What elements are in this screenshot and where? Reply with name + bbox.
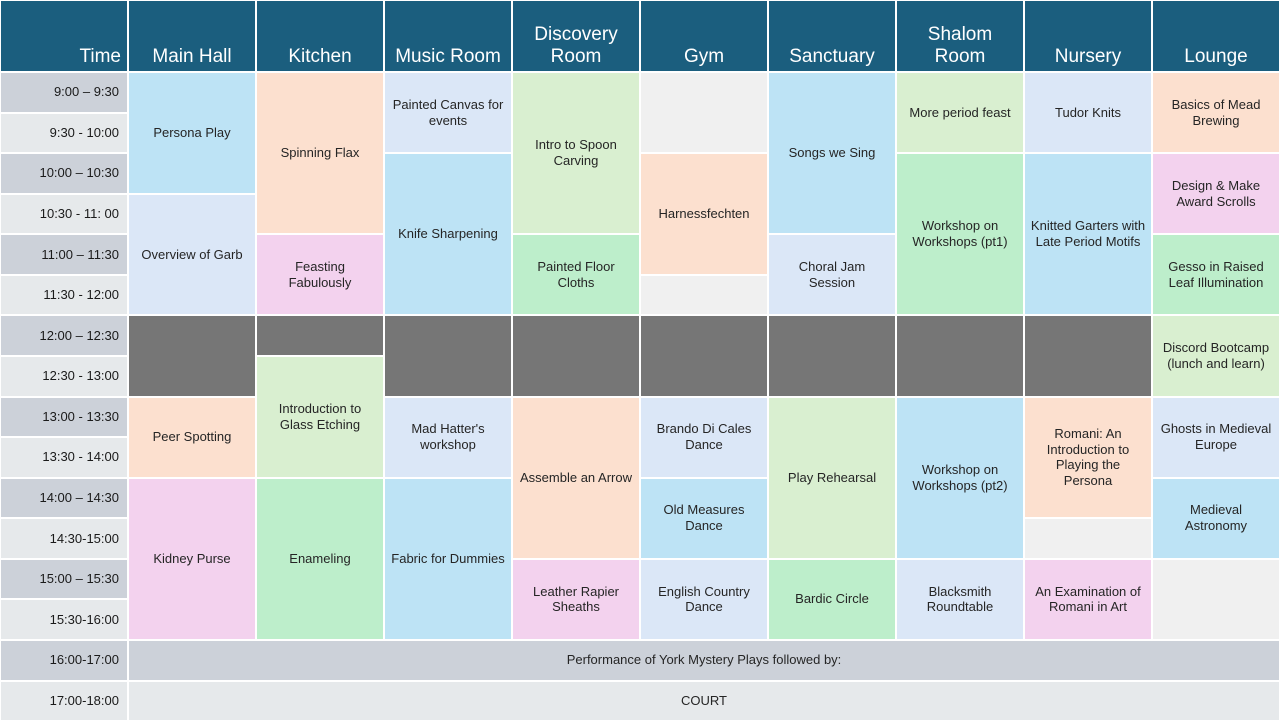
time-slot-label: 14:00 – 14:30 — [0, 477, 128, 519]
session-block[interactable]: Spinning Flax — [256, 72, 384, 235]
session-block[interactable]: Bardic Circle — [768, 558, 896, 640]
session-block[interactable]: Play Rehearsal — [768, 396, 896, 559]
session-block[interactable]: Painted Floor Cloths — [512, 234, 640, 316]
session-block[interactable]: Intro to Spoon Carving — [512, 72, 640, 235]
session-block[interactable]: Assemble an Arrow — [512, 396, 640, 559]
time-slot-label: 10:00 – 10:30 — [0, 153, 128, 194]
session-block[interactable]: Romani: An Introduction to Playing the P… — [1024, 396, 1152, 519]
session-block[interactable]: Basics of Mead Brewing — [1152, 72, 1280, 154]
blocked-slot — [768, 315, 896, 397]
session-block[interactable]: Workshop on Workshops (pt2) — [896, 396, 1024, 559]
time-slot-label: 17:00-18:00 — [0, 680, 128, 720]
column-header-discovery: Discovery Room — [512, 0, 640, 72]
session-block[interactable]: Ghosts in Medieval Europe — [1152, 396, 1280, 478]
session-block[interactable]: Songs we Sing — [768, 72, 896, 235]
column-header-nursery: Nursery — [1024, 0, 1152, 72]
column-header-shalom: Shalom Room — [896, 0, 1024, 72]
time-slot-label: 9:30 - 10:00 — [0, 112, 128, 154]
column-header-gym: Gym — [640, 0, 768, 72]
full-width-session[interactable]: Performance of York Mystery Plays follow… — [128, 639, 1280, 681]
time-slot-label: 11:30 - 12:00 — [0, 274, 128, 316]
schedule-grid: Time Main Hall Kitchen Music Room Discovery … — [0, 0, 1280, 720]
session-block[interactable]: Overview of Garb — [128, 193, 256, 316]
time-slot-label: 11:00 – 11:30 — [0, 234, 128, 275]
column-header-kitchen: Kitchen — [256, 0, 384, 72]
session-block[interactable]: More period feast — [896, 72, 1024, 154]
session-block[interactable]: Persona Play — [128, 72, 256, 194]
session-block[interactable]: Leather Rapier Sheaths — [512, 558, 640, 640]
session-block[interactable]: Kidney Purse — [128, 477, 256, 640]
empty-slot — [640, 274, 768, 316]
session-block[interactable]: Peer Spotting — [128, 396, 256, 478]
session-block[interactable]: Painted Canvas for events — [384, 72, 512, 154]
blocked-slot — [896, 315, 1024, 397]
session-block[interactable]: Introduction to Glass Etching — [256, 355, 384, 478]
session-block[interactable]: Workshop on Workshops (pt1) — [896, 153, 1024, 316]
time-slot-label: 12:00 – 12:30 — [0, 315, 128, 356]
column-header-time: Time — [0, 0, 128, 72]
session-block[interactable]: Knitted Garters with Late Period Motifs — [1024, 153, 1152, 316]
full-width-session[interactable]: COURT — [128, 680, 1280, 720]
column-header-sanctuary: Sanctuary — [768, 0, 896, 72]
session-block[interactable]: Design & Make Award Scrolls — [1152, 153, 1280, 235]
time-slot-label: 10:30 - 11: 00 — [0, 193, 128, 235]
blocked-slot — [512, 315, 640, 397]
session-block[interactable]: Brando Di Cales Dance — [640, 396, 768, 478]
session-block[interactable]: Old Measures Dance — [640, 477, 768, 559]
session-block[interactable]: English Country Dance — [640, 558, 768, 640]
time-slot-label: 13:00 - 13:30 — [0, 396, 128, 438]
session-block[interactable]: Fabric for Dummies — [384, 477, 512, 640]
session-block[interactable]: Medieval Astronomy — [1152, 477, 1280, 559]
empty-slot — [640, 72, 768, 154]
blocked-slot — [384, 315, 512, 397]
time-slot-label: 16:00-17:00 — [0, 639, 128, 681]
time-slot-label: 15:00 – 15:30 — [0, 558, 128, 600]
column-header-main_hall: Main Hall — [128, 0, 256, 72]
empty-slot — [1024, 518, 1152, 559]
empty-slot — [1152, 558, 1280, 640]
session-block[interactable]: Mad Hatter's workshop — [384, 396, 512, 478]
session-block[interactable]: Blacksmith Roundtable — [896, 558, 1024, 640]
blocked-slot — [256, 315, 384, 356]
session-block[interactable]: Knife Sharpening — [384, 153, 512, 316]
session-block[interactable]: Enameling — [256, 477, 384, 640]
blocked-slot — [640, 315, 768, 397]
time-slot-label: 9:00 – 9:30 — [0, 72, 128, 113]
session-block[interactable]: Feasting Fabulously — [256, 234, 384, 316]
time-slot-label: 15:30-16:00 — [0, 599, 128, 640]
column-header-lounge: Lounge — [1152, 0, 1280, 72]
column-header-music: Music Room — [384, 0, 512, 72]
time-slot-label: 14:30-15:00 — [0, 518, 128, 559]
session-block[interactable]: An Examination of Romani in Art — [1024, 558, 1152, 640]
session-block[interactable]: Discord Bootcamp (lunch and learn) — [1152, 315, 1280, 397]
time-slot-label: 12:30 - 13:00 — [0, 355, 128, 397]
session-block[interactable]: Tudor Knits — [1024, 72, 1152, 154]
blocked-slot — [128, 315, 256, 397]
session-block[interactable]: Choral Jam Session — [768, 234, 896, 316]
session-block[interactable]: Harnessfechten — [640, 153, 768, 275]
session-block[interactable]: Gesso in Raised Leaf Illumination — [1152, 234, 1280, 316]
blocked-slot — [1024, 315, 1152, 397]
time-slot-label: 13:30 - 14:00 — [0, 437, 128, 478]
